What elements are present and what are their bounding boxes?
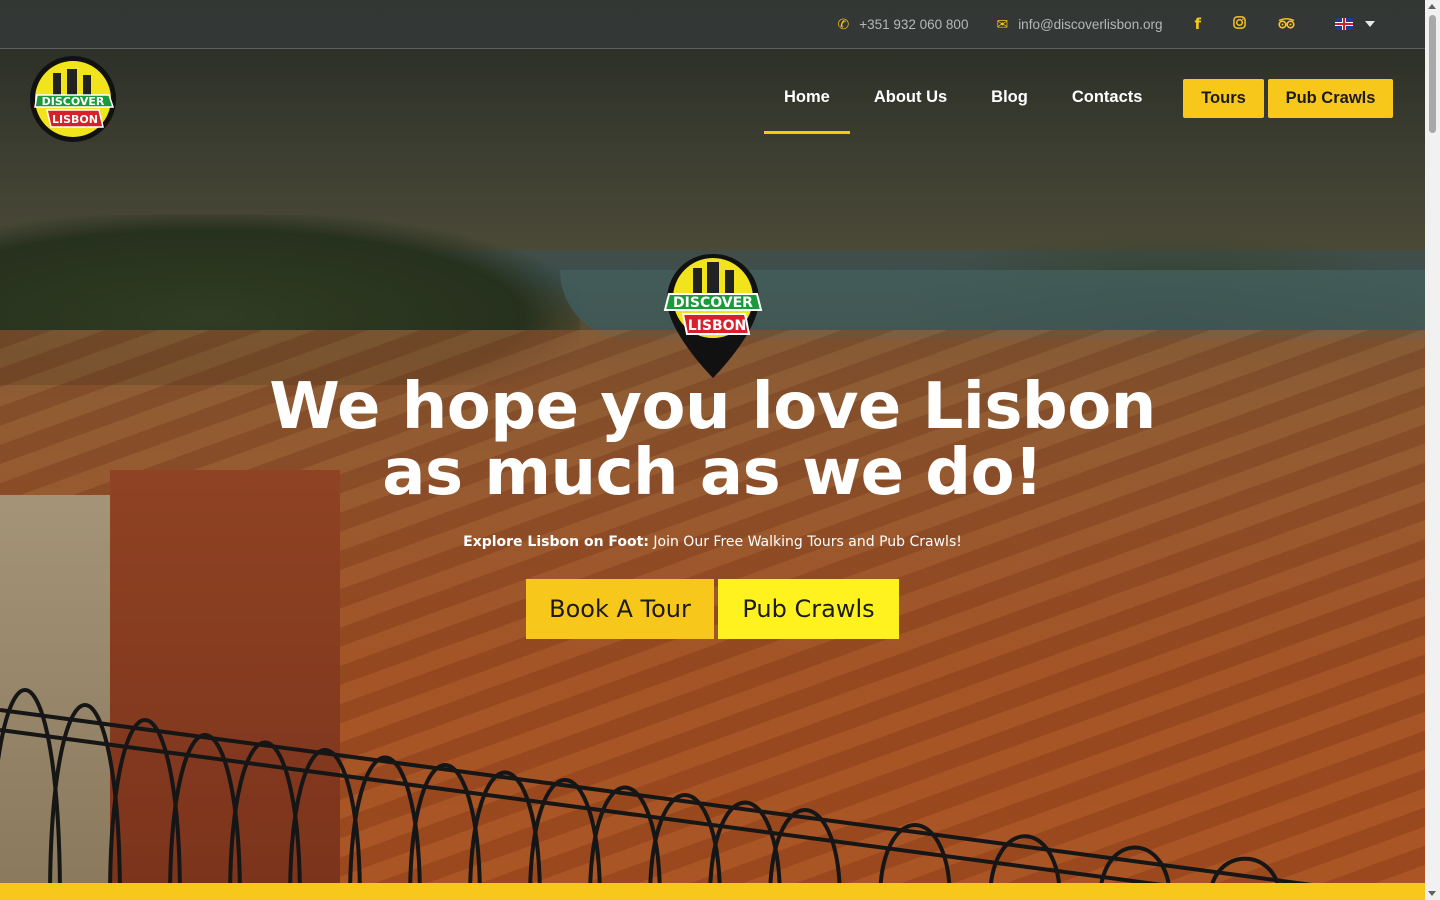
nav-about-us[interactable]: About Us bbox=[854, 80, 967, 134]
pub-crawls-button[interactable]: Pub Crawls bbox=[1268, 79, 1393, 118]
phone-contact[interactable]: ✆ +351 932 060 800 bbox=[837, 16, 968, 33]
nav-home[interactable]: Home bbox=[764, 80, 850, 134]
discover-lisbon-logo[interactable]: DISCOVER LISBON bbox=[29, 55, 117, 143]
logo-text-discover: DISCOVER bbox=[42, 95, 105, 108]
scrollbar-thumb[interactable] bbox=[1429, 15, 1436, 133]
envelope-icon: ✉ bbox=[996, 15, 1009, 32]
headline-line-2: as much as we do! bbox=[382, 436, 1043, 510]
tours-button[interactable]: Tours bbox=[1183, 79, 1264, 118]
logo-text-lisbon: LISBON bbox=[52, 113, 98, 126]
tripadvisor-icon[interactable] bbox=[1278, 15, 1295, 33]
instagram-icon[interactable] bbox=[1233, 15, 1246, 33]
phone-icon: ✆ bbox=[837, 15, 850, 32]
headline-line-1: We hope you love Lisbon bbox=[269, 370, 1156, 444]
scroll-up-arrow-icon[interactable] bbox=[1428, 4, 1436, 9]
hero-subtitle: Explore Lisbon on Foot: Join Our Free Wa… bbox=[300, 534, 1125, 550]
subtitle-text: Join Our Free Walking Tours and Pub Craw… bbox=[648, 534, 962, 550]
language-dropdown-caret-icon[interactable] bbox=[1365, 21, 1375, 27]
nav-blog[interactable]: Blog bbox=[971, 80, 1048, 134]
hero-pub-crawls-button[interactable]: Pub Crawls bbox=[718, 579, 899, 639]
scroll-down-arrow-icon[interactable] bbox=[1428, 891, 1436, 896]
email-contact[interactable]: ✉ info@discoverlisbon.org bbox=[996, 16, 1162, 33]
top-contact-bar: ✆ +351 932 060 800 ✉ info@discoverlisbon… bbox=[0, 0, 1425, 49]
yellow-section-strip bbox=[0, 883, 1425, 900]
page-scrollbar[interactable] bbox=[1425, 0, 1440, 900]
email-address: info@discoverlisbon.org bbox=[1018, 16, 1163, 32]
hero-headline: We hope you love Lisbon as much as we do… bbox=[200, 374, 1225, 506]
book-a-tour-button[interactable]: Book A Tour bbox=[526, 579, 714, 639]
map-pin-logo: DISCOVER LISBON bbox=[663, 254, 763, 378]
main-nav: Home About Us Blog Contacts bbox=[764, 80, 1166, 134]
pin-text-lisbon: LISBON bbox=[688, 318, 747, 334]
en-flag-icon[interactable] bbox=[1335, 18, 1353, 30]
facebook-icon[interactable]: f bbox=[1194, 15, 1201, 33]
subtitle-bold: Explore Lisbon on Foot: bbox=[463, 534, 649, 550]
nav-contacts[interactable]: Contacts bbox=[1052, 80, 1163, 134]
pin-text-discover: DISCOVER bbox=[673, 295, 753, 311]
phone-number: +351 932 060 800 bbox=[859, 16, 969, 32]
